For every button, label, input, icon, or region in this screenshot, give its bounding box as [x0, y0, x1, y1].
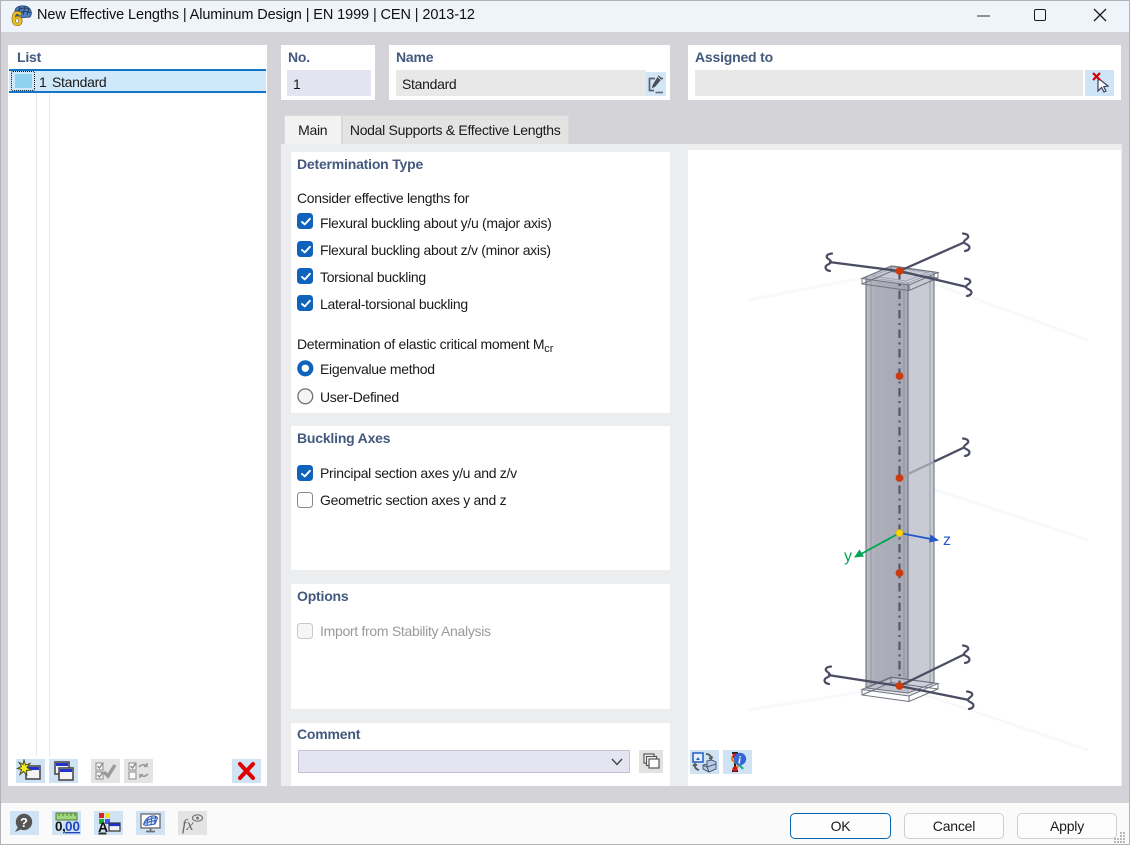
svg-text:6: 6 — [12, 9, 23, 29]
svg-text:?: ? — [20, 815, 28, 830]
svg-text:00: 00 — [65, 819, 80, 834]
svg-text:z: z — [943, 532, 951, 549]
svg-text:fx: fx — [182, 817, 194, 834]
svg-text:y: y — [844, 548, 852, 565]
